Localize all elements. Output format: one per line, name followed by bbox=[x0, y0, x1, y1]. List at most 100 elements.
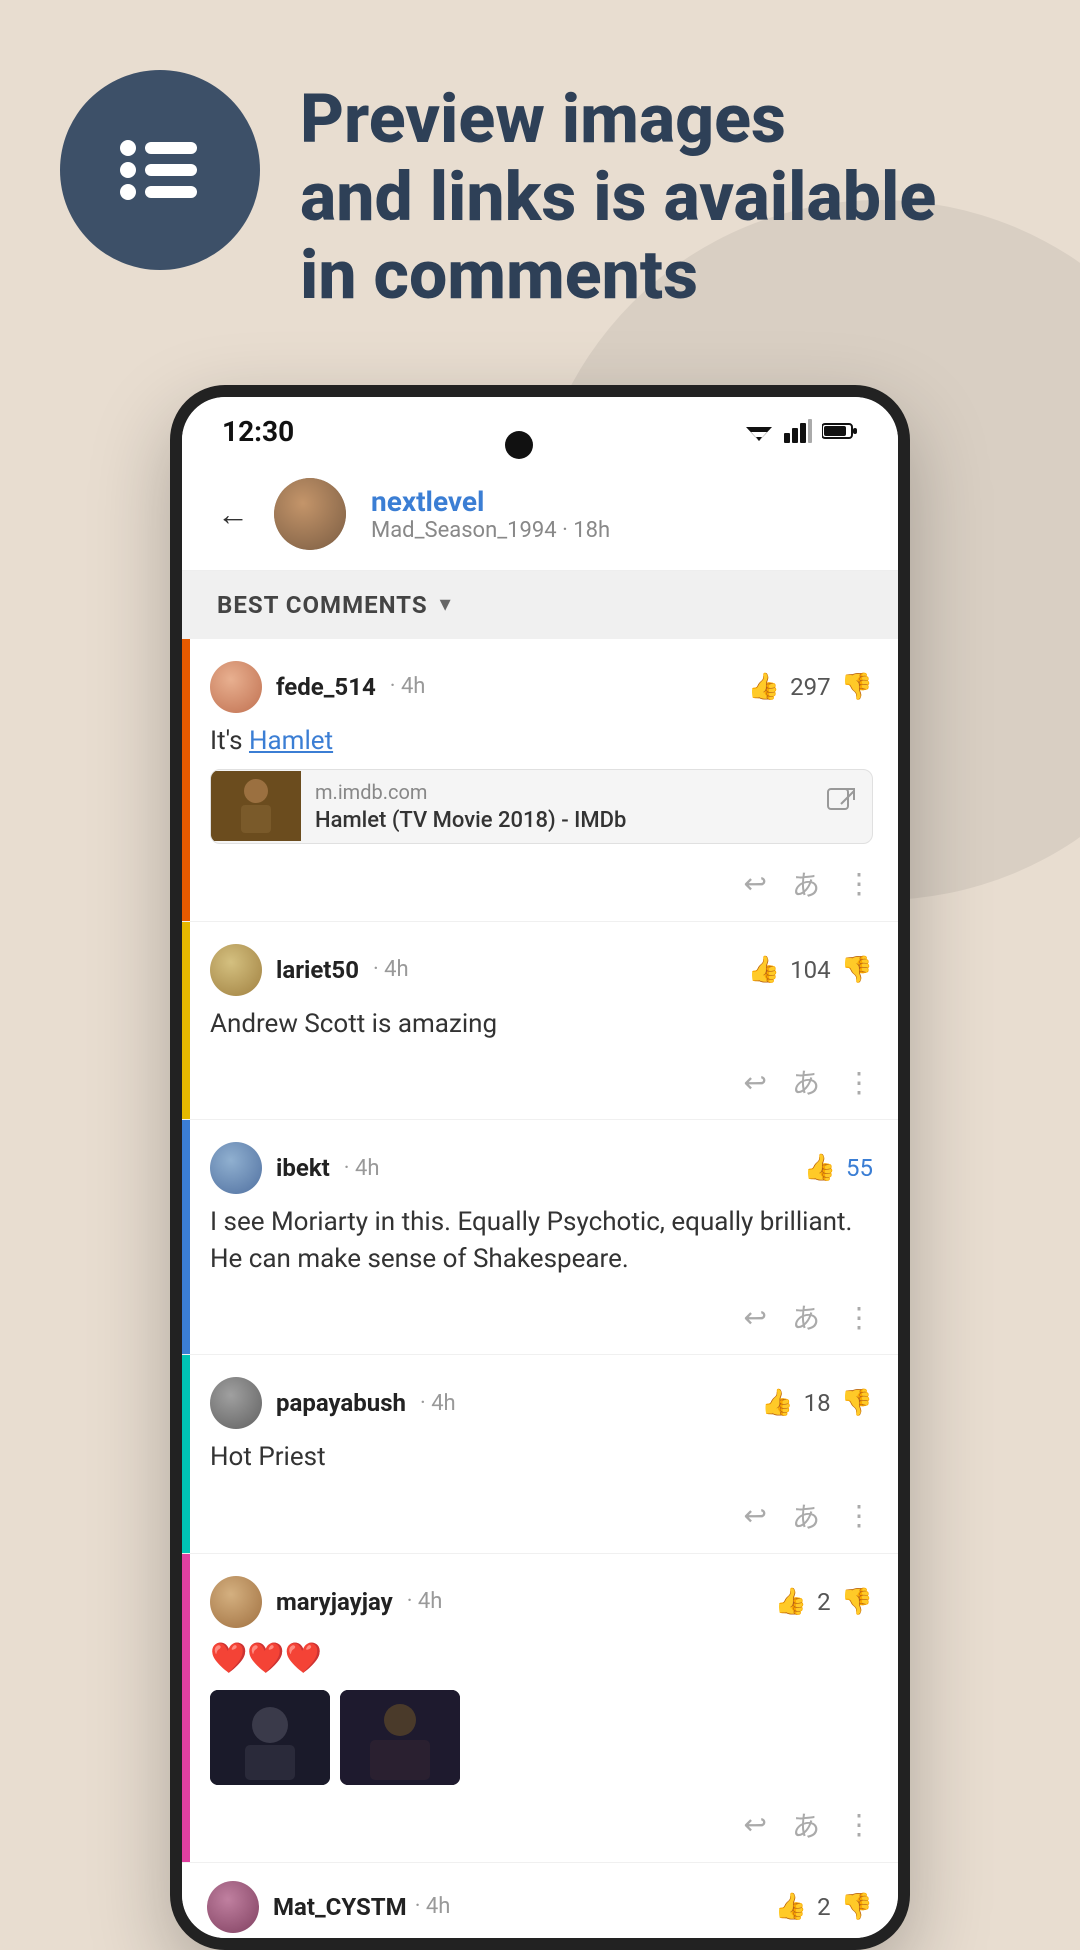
comment-header: papayabush · 4h 👍 18 👎 bbox=[210, 1377, 873, 1429]
comment-votes: 👍 2 👎 bbox=[775, 1587, 873, 1617]
external-link-svg bbox=[826, 787, 858, 819]
link-preview-text: m.imdb.com Hamlet (TV Movie 2018) - IMDb bbox=[301, 770, 812, 843]
downvote-icon[interactable]: 👎 bbox=[841, 1892, 873, 1922]
comment-actions: ↩ あ ⋮ bbox=[210, 1052, 873, 1107]
link-preview[interactable]: m.imdb.com Hamlet (TV Movie 2018) - IMDb bbox=[210, 769, 873, 844]
comment-username: maryjayjay bbox=[276, 1588, 393, 1616]
comment-text: I see Moriarty in this. Equally Psychoti… bbox=[210, 1204, 873, 1277]
translate-icon[interactable]: あ bbox=[792, 1062, 820, 1102]
nav-username: nextlevel bbox=[371, 485, 863, 518]
comment-time: · 4h bbox=[390, 674, 426, 699]
upvote-icon[interactable]: 👍 bbox=[775, 1587, 807, 1617]
comment-item: maryjayjay · 4h 👍 2 👎 ❤️❤️❤️ bbox=[182, 1554, 898, 1863]
wifi-icon bbox=[744, 419, 774, 443]
best-comments-bar[interactable]: BEST COMMENTS ▾ bbox=[182, 571, 898, 639]
comment-actions: ↩ あ ⋮ bbox=[210, 1795, 873, 1850]
translate-icon[interactable]: あ bbox=[792, 864, 820, 904]
preview-image-svg bbox=[211, 771, 301, 841]
comment-avatar bbox=[207, 1881, 259, 1933]
link-preview-domain: m.imdb.com bbox=[315, 780, 798, 804]
header-title: Preview images and links is available in… bbox=[300, 70, 936, 315]
comment-bar bbox=[182, 1355, 190, 1552]
back-button[interactable]: ← bbox=[217, 495, 249, 533]
comment-votes: 👍 297 👎 bbox=[748, 672, 873, 702]
comment-text: It's Hamlet bbox=[210, 723, 873, 759]
comment-votes: 👍 55 bbox=[804, 1153, 873, 1183]
comment-bar bbox=[182, 639, 190, 921]
comments-list: fede_514 · 4h 👍 297 👎 It's Hamlet bbox=[182, 639, 898, 1938]
comment-votes: 👍 104 👎 bbox=[748, 955, 873, 985]
nav-info: nextlevel Mad_Season_1994 · 18h bbox=[371, 485, 863, 543]
link-preview-title: Hamlet (TV Movie 2018) - IMDb bbox=[315, 808, 798, 833]
comment-content: lariet50 · 4h 👍 104 👎 Andrew Scott is am… bbox=[190, 922, 898, 1119]
header-section: Preview images and links is available in… bbox=[0, 0, 1080, 365]
comment-item: fede_514 · 4h 👍 297 👎 It's Hamlet bbox=[182, 639, 898, 922]
comment-item: papayabush · 4h 👍 18 👎 Hot Priest ↩ あ bbox=[182, 1355, 898, 1553]
upvote-icon[interactable]: 👍 bbox=[804, 1153, 836, 1183]
comment-image-thumb[interactable] bbox=[340, 1690, 460, 1785]
image-2-svg bbox=[340, 1690, 460, 1785]
comment-time: · 4h bbox=[407, 1589, 443, 1614]
more-icon[interactable]: ⋮ bbox=[845, 867, 873, 900]
comment-avatar bbox=[210, 1142, 262, 1194]
list-icon bbox=[110, 120, 210, 220]
upvote-icon[interactable]: 👍 bbox=[761, 1388, 793, 1418]
comment-user-info: fede_514 · 4h bbox=[210, 661, 425, 713]
nav-sub-info: Mad_Season_1994 · 18h bbox=[371, 518, 863, 543]
comment-item-partial: Mat_CYSTM · 4h 👍 2 👎 bbox=[182, 1863, 898, 1938]
more-icon[interactable]: ⋮ bbox=[845, 1066, 873, 1099]
comment-image-thumb[interactable] bbox=[210, 1690, 330, 1785]
downvote-icon[interactable]: 👎 bbox=[841, 1388, 873, 1418]
comment-time: · 4h bbox=[415, 1894, 451, 1919]
comment-bar bbox=[182, 1120, 190, 1354]
comment-bar bbox=[182, 922, 190, 1119]
vote-count: 55 bbox=[846, 1154, 873, 1182]
comment-avatar bbox=[210, 1377, 262, 1429]
signal-icon bbox=[784, 419, 812, 443]
reply-icon[interactable]: ↩ bbox=[744, 1499, 767, 1532]
status-bar: 12:30 bbox=[182, 397, 898, 458]
translate-icon[interactable]: あ bbox=[792, 1805, 820, 1845]
reply-icon[interactable]: ↩ bbox=[744, 1301, 767, 1334]
vote-count: 18 bbox=[804, 1389, 831, 1417]
image-previews bbox=[210, 1690, 873, 1785]
comment-time: · 4h bbox=[344, 1156, 380, 1181]
more-icon[interactable]: ⋮ bbox=[845, 1499, 873, 1532]
comment-text: ❤️❤️❤️ bbox=[210, 1638, 873, 1680]
comment-actions: ↩ あ ⋮ bbox=[210, 854, 873, 909]
reply-icon[interactable]: ↩ bbox=[744, 867, 767, 900]
downvote-icon[interactable]: 👎 bbox=[841, 955, 873, 985]
upvote-icon[interactable]: 👍 bbox=[748, 955, 780, 985]
comment-user-info: papayabush · 4h bbox=[210, 1377, 456, 1429]
comment-bar bbox=[182, 1554, 190, 1862]
translate-icon[interactable]: あ bbox=[792, 1297, 820, 1337]
external-link-icon[interactable] bbox=[812, 787, 872, 826]
vote-count: 104 bbox=[790, 956, 830, 984]
comment-content: papayabush · 4h 👍 18 👎 Hot Priest ↩ あ bbox=[190, 1355, 898, 1552]
reply-icon[interactable]: ↩ bbox=[744, 1066, 767, 1099]
comment-username: ibekt bbox=[276, 1154, 330, 1182]
downvote-icon[interactable]: 👎 bbox=[841, 1587, 873, 1617]
translate-icon[interactable]: あ bbox=[792, 1496, 820, 1536]
comment-user-info: lariet50 · 4h bbox=[210, 944, 409, 996]
battery-icon bbox=[822, 421, 858, 441]
hamlet-link[interactable]: Hamlet bbox=[249, 726, 333, 756]
reply-icon[interactable]: ↩ bbox=[744, 1808, 767, 1841]
upvote-icon[interactable]: 👍 bbox=[748, 672, 780, 702]
comment-header: fede_514 · 4h 👍 297 👎 bbox=[210, 661, 873, 713]
more-icon[interactable]: ⋮ bbox=[845, 1301, 873, 1334]
vote-count: 297 bbox=[790, 673, 830, 701]
comment-content: fede_514 · 4h 👍 297 👎 It's Hamlet bbox=[190, 639, 898, 921]
comment-actions: ↩ あ ⋮ bbox=[210, 1287, 873, 1342]
downvote-icon[interactable]: 👎 bbox=[841, 672, 873, 702]
more-icon[interactable]: ⋮ bbox=[845, 1808, 873, 1841]
camera-dot bbox=[505, 431, 533, 459]
comment-actions: ↩ あ ⋮ bbox=[210, 1486, 873, 1541]
comment-user-info: ibekt · 4h bbox=[210, 1142, 379, 1194]
phone-mockup: 12:30 bbox=[0, 385, 1080, 1950]
app-nav-bar: ← nextlevel Mad_Season_1994 · 18h bbox=[182, 458, 898, 571]
phone-screen: 12:30 bbox=[170, 385, 910, 1950]
sort-dropdown-arrow: ▾ bbox=[440, 592, 451, 617]
upvote-icon[interactable]: 👍 bbox=[775, 1892, 807, 1922]
comment-user-info: maryjayjay · 4h bbox=[210, 1576, 442, 1628]
